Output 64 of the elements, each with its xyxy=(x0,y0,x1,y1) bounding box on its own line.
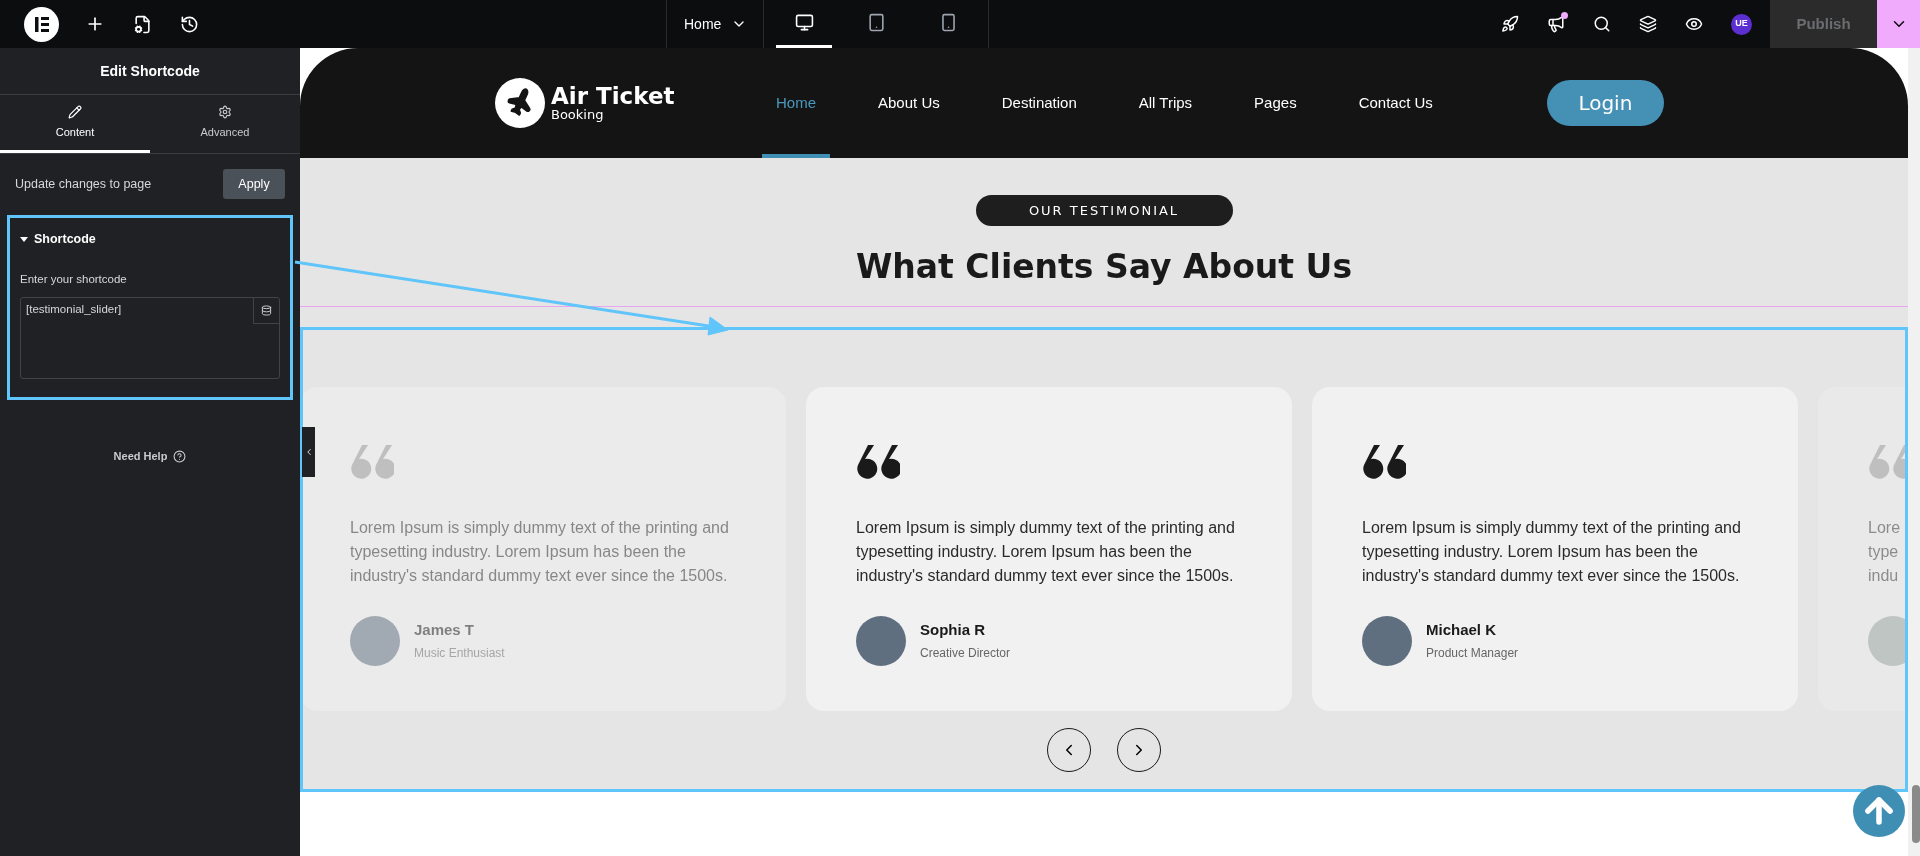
quote-text: Lore xyxy=(1868,517,1902,538)
panel-tab[interactable]: Content xyxy=(0,95,150,153)
nav-link[interactable]: Contact Us xyxy=(1344,48,1447,158)
rocket-button[interactable] xyxy=(1501,15,1519,33)
nav-link[interactable]: Destination xyxy=(987,48,1091,158)
megaphone-icon xyxy=(1547,15,1565,33)
avatar xyxy=(350,615,400,666)
file-gear-icon xyxy=(133,14,152,34)
help-icon[interactable] xyxy=(173,449,187,463)
scrollbar[interactable] xyxy=(1908,48,1920,856)
history-icon xyxy=(180,14,199,34)
database-icon xyxy=(261,305,272,316)
client-name: Sophia R xyxy=(920,620,986,641)
login-button[interactable]: Login xyxy=(1546,80,1664,126)
nav-link[interactable]: All Trips xyxy=(1124,48,1207,158)
apply-button[interactable]: Apply xyxy=(223,169,285,199)
eye-icon xyxy=(1685,15,1703,33)
section-toggle[interactable]: Shortcode xyxy=(20,230,96,249)
logo-name: Air Ticket xyxy=(551,85,675,108)
quote-text: Lorem Ipsum is simply dummy text of the printing and typesetting industry. Lorem Ipsum has been the industry's standard dummy text ever since the 1500s. xyxy=(350,517,730,586)
quote-text: type xyxy=(1868,541,1900,562)
need-help-link[interactable]: Need Help xyxy=(113,448,168,465)
layers-button[interactable] xyxy=(1639,15,1657,33)
client-name: Michael K xyxy=(1426,620,1498,641)
client-role: Product Manager xyxy=(1426,644,1519,662)
dynamic-tags-button[interactable] xyxy=(253,298,279,324)
logo-tagline: Booking xyxy=(551,108,605,121)
desktop-icon xyxy=(794,13,814,32)
layers-icon xyxy=(1639,15,1657,33)
panel-title: Edit Shortcode xyxy=(100,61,200,81)
avatar xyxy=(1362,615,1412,666)
user-avatar[interactable]: UE xyxy=(1731,13,1752,35)
quote-text: Lorem Ipsum is simply dummy text of the printing and typesetting industry. Lorem Ipsum has been the industry's standard dummy text ever since the 1500s. xyxy=(1362,517,1742,586)
preview-button[interactable] xyxy=(1685,15,1703,33)
client-role: Creative Director xyxy=(920,644,1011,662)
quote-text: Lorem Ipsum is simply dummy text of the printing and typesetting industry. Lorem Ipsum has been the industry's standard dummy text ever since the 1500s. xyxy=(856,517,1236,586)
page-selector[interactable]: Home xyxy=(684,13,748,35)
update-label: Update changes to page xyxy=(15,175,152,193)
megaphone-button[interactable] xyxy=(1547,15,1565,33)
client-role: Music Enthusiast xyxy=(414,644,505,662)
gear-icon xyxy=(218,104,232,119)
tablet-icon xyxy=(866,13,886,32)
shortcode-field[interactable]: [testimonial_slider] xyxy=(20,297,280,379)
nav-link[interactable]: Pages xyxy=(1240,48,1311,158)
quote-icon xyxy=(1362,444,1406,479)
client-name: James T xyxy=(414,620,476,641)
section-heading: What Clients Say About Us xyxy=(855,246,1353,288)
quote-icon xyxy=(856,444,900,479)
pencil-icon xyxy=(68,104,82,119)
search-icon xyxy=(1593,15,1611,33)
panel-collapse-handle[interactable] xyxy=(302,427,315,477)
elementor-logo[interactable] xyxy=(24,6,59,42)
nav-link[interactable]: About Us xyxy=(864,48,954,158)
search-button[interactable] xyxy=(1593,15,1611,33)
caret-icon xyxy=(20,236,28,242)
quote-icon xyxy=(350,444,394,479)
field-label: Enter your shortcode xyxy=(20,271,128,287)
scroll-to-top-button[interactable] xyxy=(1853,785,1905,837)
panel-tab[interactable]: Advanced xyxy=(150,95,300,153)
quote-icon xyxy=(1868,444,1905,479)
avatar xyxy=(856,615,906,666)
quote-text: indu xyxy=(1868,565,1900,586)
section-badge: OUR TESTIMONIAL xyxy=(975,195,1233,226)
rocket-icon xyxy=(1501,15,1519,33)
